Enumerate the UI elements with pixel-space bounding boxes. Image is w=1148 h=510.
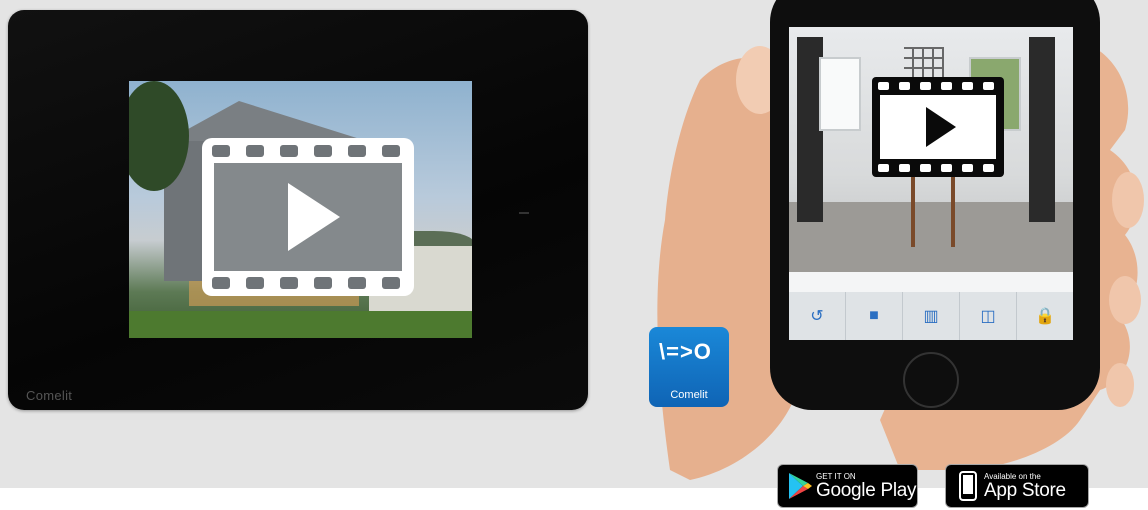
camera-switch-icon: ◫: [980, 308, 996, 325]
app-logo-text: \=>O: [659, 339, 712, 364]
play-video-icon[interactable]: [872, 77, 1004, 177]
phone-toolbar: ↺ ■ ▥ ◫ 🔒: [789, 292, 1073, 340]
video-camera-icon: ■: [869, 307, 879, 324]
app-store-badge[interactable]: Available on the App Store: [945, 464, 1089, 508]
lock-button[interactable]: 🔒: [1017, 292, 1073, 340]
app-brand: Comelit: [670, 389, 708, 401]
lock-icon: 🔒: [1035, 308, 1055, 325]
app-store-big: App Store: [984, 479, 1066, 501]
camera-switch-button[interactable]: ◫: [960, 292, 1017, 340]
curtain-right: [1029, 37, 1055, 222]
camera-view: [789, 27, 1073, 272]
light-icon: ▥: [923, 308, 939, 325]
refresh-icon: ↺: [810, 308, 824, 325]
google-play-icon: [784, 472, 816, 500]
vip-app-icon[interactable]: \=>O Comelit: [649, 327, 729, 407]
video-button[interactable]: ■: [846, 292, 903, 340]
google-play-badge[interactable]: GET IT ON Google Play: [777, 464, 918, 508]
phone-outline-icon: [952, 471, 984, 501]
window-left: [819, 57, 861, 131]
light-button[interactable]: ▥: [903, 292, 960, 340]
refresh-button[interactable]: ↺: [789, 292, 846, 340]
google-play-big: Google Play: [816, 479, 917, 501]
phone-home-button[interactable]: [903, 352, 959, 408]
phone-screen: ↺ ■ ▥ ◫ 🔒: [789, 27, 1073, 340]
